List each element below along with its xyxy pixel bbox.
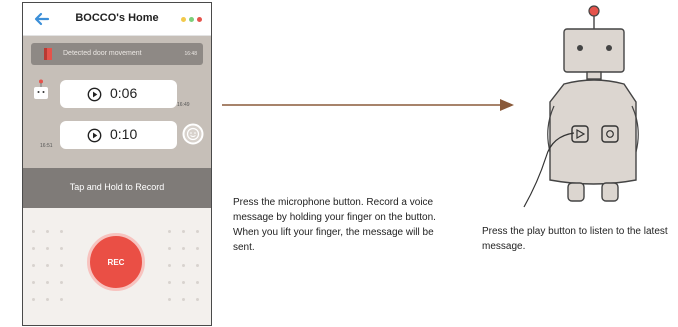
status-dots xyxy=(181,17,202,22)
message-duration: 0:10 xyxy=(110,126,138,142)
bocco-avatar-icon xyxy=(34,79,48,99)
record-instruction-label: Tap and Hold to Record xyxy=(69,182,165,192)
message-time: 16:51 xyxy=(40,143,53,149)
dot-grid-right xyxy=(168,230,200,301)
notification-time: 16:48 xyxy=(184,51,197,57)
voice-message-bubble[interactable]: 0:06 xyxy=(60,80,177,108)
play-icon[interactable] xyxy=(87,128,102,143)
phone-screen: BOCCO's Home Detected door movement 16:4… xyxy=(22,2,212,326)
app-header: BOCCO's Home xyxy=(23,3,211,36)
message-duration: 0:06 xyxy=(110,85,138,101)
dot-grid-left xyxy=(32,230,64,301)
message-time: 16:49 xyxy=(177,102,190,108)
voice-message-bubble[interactable]: 0:10 xyxy=(60,121,177,149)
notification-banner: Detected door movement 16:48 xyxy=(31,43,203,65)
user-avatar-icon xyxy=(182,123,204,145)
record-instruction-bar: Tap and Hold to Record xyxy=(23,168,211,208)
status-dot-yellow xyxy=(181,17,186,22)
record-instruction-caption: Press the microphone button. Record a vo… xyxy=(233,197,436,253)
play-instruction-caption: Press the play button to listen to the l… xyxy=(482,226,668,252)
notification-text: Detected door movement xyxy=(63,50,142,57)
status-dot-red xyxy=(197,17,202,22)
door-sensor-icon xyxy=(44,48,52,60)
bocco-robot-illustration xyxy=(523,5,639,208)
flow-arrow-icon xyxy=(222,99,514,111)
record-button-label: REC xyxy=(107,257,125,267)
chat-area: Detected door movement 16:48 0:06 16:49 … xyxy=(23,36,211,168)
play-icon[interactable] xyxy=(87,87,102,102)
status-dot-green xyxy=(189,17,194,22)
record-button[interactable]: REC xyxy=(87,233,145,291)
record-panel: REC xyxy=(23,208,211,325)
